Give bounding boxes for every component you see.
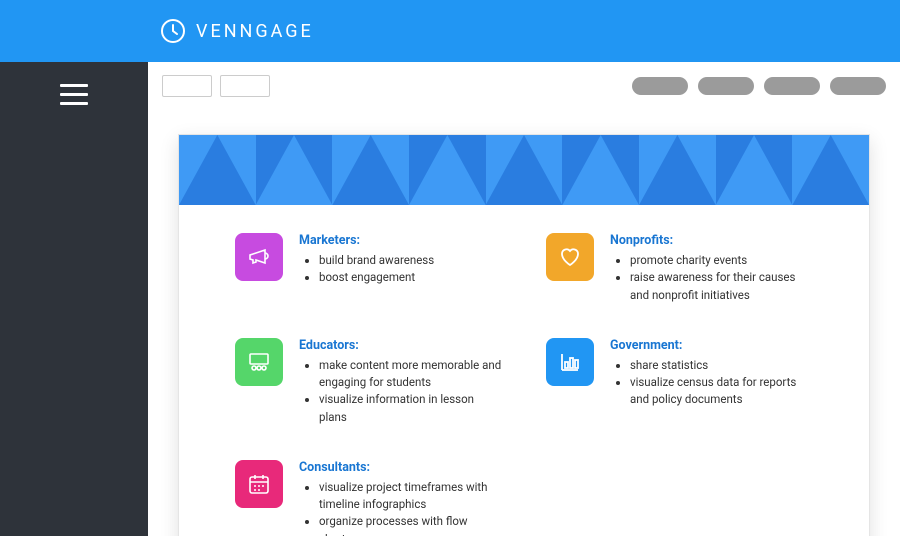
bullet: visualize information in lesson plans — [319, 391, 502, 426]
section-title: Educators: — [299, 338, 502, 353]
item-nonprofits: Nonprofits: promote charity events raise… — [546, 233, 813, 304]
toolbar-control[interactable] — [220, 75, 270, 97]
top-banner: VENNGAGE — [0, 0, 900, 62]
toolbar — [148, 62, 900, 110]
bar-chart-icon — [546, 338, 594, 386]
clock-icon — [160, 18, 186, 44]
item-marketers: Marketers: build brand awareness boost e… — [235, 233, 502, 304]
bullet: share statistics — [630, 357, 813, 374]
section-title: Government: — [610, 338, 813, 353]
sidebar — [0, 62, 148, 536]
bullet: visualize project timeframes with timeli… — [319, 479, 502, 514]
bullet: organize processes with flow charts — [319, 513, 502, 536]
section-title: Marketers: — [299, 233, 434, 248]
brand-logo[interactable]: VENNGAGE — [160, 18, 314, 44]
toolbar-action[interactable] — [698, 77, 754, 95]
bullet: make content more memorable and engaging… — [319, 357, 502, 392]
bullet: visualize census data for reports and po… — [630, 374, 813, 409]
item-government: Government: share statistics visualize c… — [546, 338, 813, 426]
megaphone-icon — [235, 233, 283, 281]
toolbar-action[interactable] — [830, 77, 886, 95]
section-title: Consultants: — [299, 460, 502, 475]
brand-name: VENNGAGE — [196, 21, 314, 42]
bullet: raise awareness for their causes and non… — [630, 269, 813, 304]
audience-grid: Marketers: build brand awareness boost e… — [179, 205, 869, 536]
bullet: boost engagement — [319, 269, 434, 286]
toolbar-control[interactable] — [162, 75, 212, 97]
classroom-icon — [235, 338, 283, 386]
template-card: Marketers: build brand awareness boost e… — [178, 134, 870, 536]
canvas-area: Marketers: build brand awareness boost e… — [148, 110, 900, 536]
item-educators: Educators: make content more memorable a… — [235, 338, 502, 426]
menu-icon[interactable] — [60, 78, 88, 536]
calendar-icon — [235, 460, 283, 508]
bullet: promote charity events — [630, 252, 813, 269]
heart-icon — [546, 233, 594, 281]
item-consultants: Consultants: visualize project timeframe… — [235, 460, 502, 536]
toolbar-action[interactable] — [632, 77, 688, 95]
toolbar-action[interactable] — [764, 77, 820, 95]
section-title: Nonprofits: — [610, 233, 813, 248]
hero-pattern — [179, 135, 869, 205]
bullet: build brand awareness — [319, 252, 434, 269]
